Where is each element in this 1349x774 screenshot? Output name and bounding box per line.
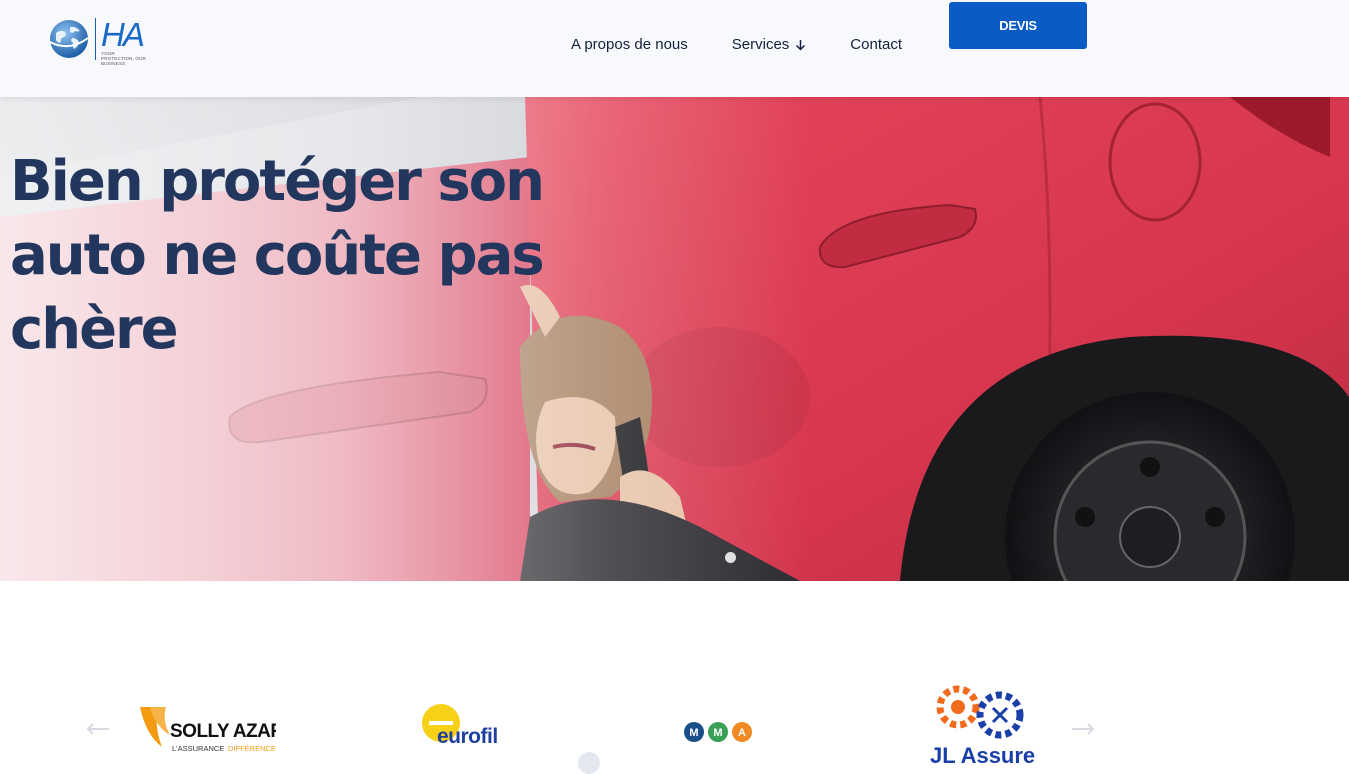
- logo-mark: HA: [101, 16, 145, 53]
- nav-contact-label: Contact: [850, 36, 902, 53]
- nav-contact[interactable]: Contact: [850, 36, 902, 53]
- arrow-left-icon[interactable]: [85, 722, 111, 736]
- logo-tagline: YOUR PROTECTION, OUR BUSINESS: [101, 51, 147, 66]
- nav-services[interactable]: Services: [732, 36, 807, 53]
- mma-letter-2: M: [713, 727, 722, 739]
- solly-azar-tagline-a: L'ASSURANCE: [172, 744, 224, 753]
- logo[interactable]: HA YOUR PROTECTION, OUR BUSINESS: [48, 18, 149, 66]
- globe-icon: [49, 20, 89, 58]
- devis-button[interactable]: DEVIS: [949, 2, 1087, 49]
- solly-azar-tagline-b: DIFFÉRENCE: [228, 744, 276, 753]
- mma-letter-3: A: [738, 727, 746, 739]
- nav-about-label: A propos de nous: [571, 36, 688, 53]
- mma-letter-1: M: [689, 727, 698, 739]
- slider-dot[interactable]: [725, 552, 736, 563]
- hero-title: Bien protéger son auto ne coûte pas chèr…: [10, 149, 545, 362]
- partner-logo-solly-azar[interactable]: SOLLY AZAR L'ASSURANCE DIFFÉRENCE: [136, 705, 276, 755]
- arrow-right-icon[interactable]: [1070, 722, 1096, 736]
- partner-logo-mma[interactable]: M M A: [683, 721, 755, 743]
- logo-divider: [95, 18, 96, 60]
- carousel-dot[interactable]: [578, 752, 600, 774]
- partner-logo-jl-assure[interactable]: JL Assure: [912, 677, 1052, 769]
- partners-carousel: SOLLY AZAR L'ASSURANCE DIFFÉRENCE eurofi…: [0, 581, 1349, 774]
- hero-slider: Bien protéger son auto ne coûte pas chèr…: [0, 97, 1349, 581]
- nav-services-label: Services: [731, 36, 790, 53]
- site-header: HA YOUR PROTECTION, OUR BUSINESS A propo…: [0, 0, 1349, 97]
- solly-azar-name: SOLLY AZAR: [170, 721, 276, 742]
- partner-logo-eurofil[interactable]: eurofil: [421, 703, 511, 747]
- jl-assure-name: JL Assure: [930, 743, 1035, 768]
- nav-about[interactable]: A propos de nous: [571, 36, 688, 53]
- main-nav: A propos de nous Services Contact: [571, 36, 902, 53]
- eurofil-name: eurofil: [437, 725, 498, 747]
- arrow-down-icon: [796, 39, 806, 51]
